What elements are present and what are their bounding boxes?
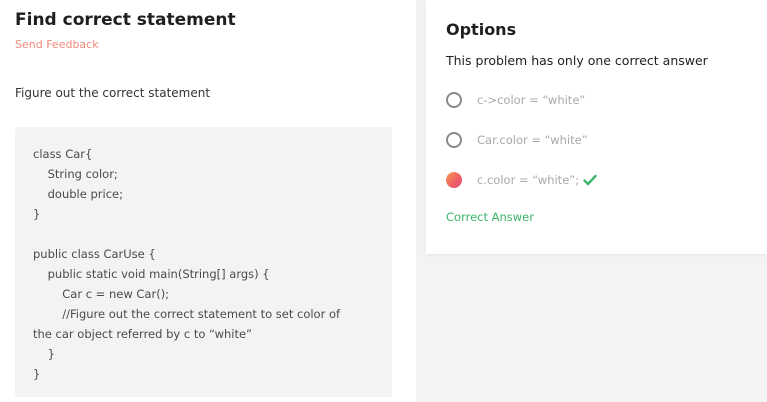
correct-answer-text: Correct Answer [446, 210, 534, 224]
options-title: Options [446, 20, 517, 39]
code-line: the car object referred by c to “white” [33, 327, 252, 341]
radio-button-selected[interactable] [446, 172, 462, 188]
page: Find correct statement Send Feedback Fig… [0, 0, 767, 402]
option-item[interactable]: c->color = “white” [446, 90, 585, 110]
option-item[interactable]: Car.color = “white” [446, 130, 588, 150]
code-line: public class CarUse { [33, 247, 156, 261]
option-label: c.color = “white”; [477, 173, 580, 187]
code-line: } [33, 347, 55, 361]
option-label: Car.color = “white” [477, 133, 588, 147]
code-line: } [33, 207, 41, 221]
code-line: String color; [33, 167, 118, 181]
code-line: //Figure out the correct statement to se… [33, 307, 341, 321]
code-line: public static void main(String[] args) { [33, 267, 270, 281]
problem-description: Figure out the correct statement [15, 86, 211, 100]
problem-panel: Find correct statement Send Feedback Fig… [0, 0, 416, 402]
check-icon [583, 174, 597, 186]
code-lines: class Car{ String color; double price; }… [33, 144, 340, 384]
options-panel: Options This problem has only one correc… [426, 0, 767, 254]
option-item-selected[interactable]: c.color = “white”; [446, 170, 597, 190]
option-label: c->color = “white” [477, 93, 586, 107]
radio-button[interactable] [446, 92, 462, 108]
code-line: Car c = new Car(); [33, 287, 170, 301]
code-line: } [33, 367, 41, 381]
radio-button[interactable] [446, 132, 462, 148]
code-line: double price; [33, 187, 123, 201]
code-block: class Car{ String color; double price; }… [15, 127, 392, 397]
problem-title: Find correct statement [15, 10, 236, 30]
code-line: class Car{ [33, 147, 93, 161]
send-feedback-link[interactable]: Send Feedback [15, 38, 99, 51]
options-subtitle: This problem has only one correct answer [446, 53, 708, 68]
